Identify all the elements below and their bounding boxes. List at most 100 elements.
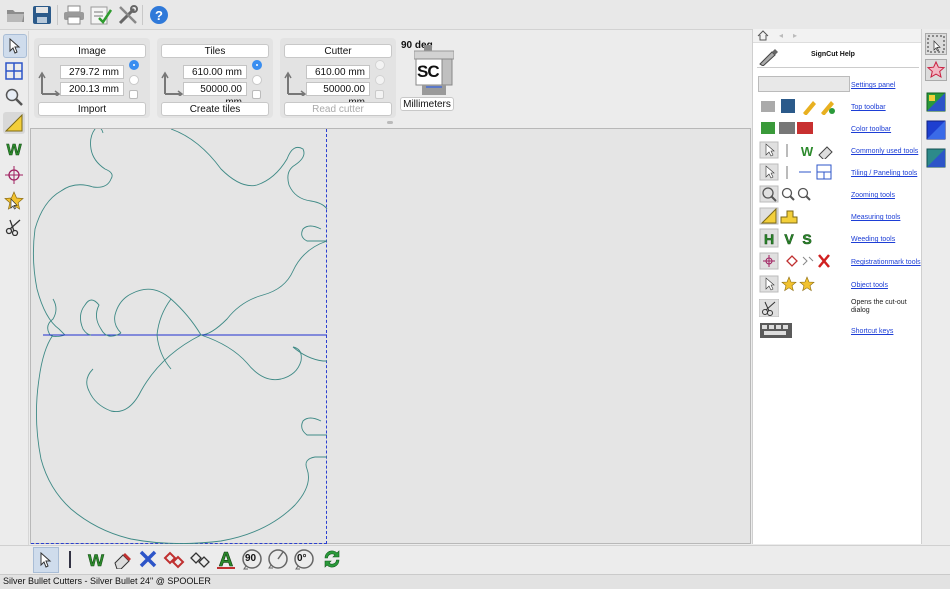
- cutter-radio[interactable]: [375, 60, 385, 70]
- help-item-cut-out[interactable]: Opens the cut-out dialog: [757, 297, 923, 321]
- weeding-icon[interactable]: W: [84, 547, 108, 571]
- cutter-radio-2[interactable]: [375, 75, 385, 85]
- image-radio[interactable]: [129, 60, 139, 70]
- help-link-label[interactable]: Object tools: [851, 282, 888, 289]
- logo-text: SC: [417, 62, 440, 81]
- forward-arrow-icon[interactable]: ▸: [793, 31, 797, 40]
- help-panel: ◂ ▸ SignCut Help Settings panel Top tool…: [752, 29, 923, 544]
- object-star-icon[interactable]: [3, 190, 25, 212]
- svg-text:W: W: [801, 144, 814, 159]
- help-item-weeding-tools[interactable]: HVS Weeding tools: [757, 228, 923, 248]
- image-width-field[interactable]: 279.72 mm: [60, 65, 124, 79]
- help-link-label[interactable]: Measuring tools: [851, 214, 900, 221]
- help-link-label[interactable]: Tiling / Paneling tools: [851, 170, 917, 177]
- save-icon[interactable]: [30, 3, 54, 27]
- help-nav-bar: ◂ ▸: [753, 29, 922, 43]
- help-item-registration-tools[interactable]: Registrationmark tools: [757, 251, 923, 271]
- weeding-icon[interactable]: W: [3, 138, 25, 160]
- star-outline-icon[interactable]: [925, 59, 947, 81]
- help-link-label[interactable]: Settings panel: [851, 82, 895, 89]
- checklist-icon[interactable]: [89, 3, 113, 27]
- help-link-label[interactable]: Shortcut keys: [851, 328, 893, 335]
- measure-icon[interactable]: [3, 112, 25, 134]
- image-radio-2[interactable]: [129, 75, 139, 85]
- help-item-measuring-tools[interactable]: Measuring tools: [757, 206, 923, 226]
- back-arrow-icon[interactable]: ◂: [779, 31, 783, 40]
- help-item-shortcut-keys[interactable]: Shortcut keys: [757, 320, 923, 340]
- rotate-icon[interactable]: [266, 547, 290, 571]
- image-button[interactable]: Image: [38, 44, 146, 58]
- help-link-label[interactable]: Registrationmark tools: [851, 259, 921, 266]
- zoom-icon[interactable]: [3, 86, 25, 108]
- tiles-button[interactable]: Tiles: [161, 44, 269, 58]
- tiling-grid-icon[interactable]: [3, 60, 25, 82]
- scissors-icon[interactable]: [3, 216, 25, 238]
- eraser-icon[interactable]: [110, 547, 134, 571]
- folder-icon[interactable]: [4, 3, 28, 27]
- text-outline-icon[interactable]: A: [214, 547, 238, 571]
- import-button[interactable]: Import: [38, 102, 146, 116]
- canvas[interactable]: [30, 128, 751, 544]
- status-text: Silver Bullet Cutters - Silver Bullet 24…: [3, 576, 211, 586]
- help-link-label[interactable]: Color toolbar: [851, 126, 891, 133]
- help-link-label[interactable]: Zooming tools: [851, 192, 895, 199]
- help-item-color-toolbar[interactable]: Color toolbar: [757, 118, 923, 138]
- create-tiles-button[interactable]: Create tiles: [161, 102, 269, 116]
- cutter-width-field[interactable]: 610.00 mm: [306, 65, 370, 79]
- printer-icon[interactable]: [62, 3, 86, 27]
- toolbar-divider: [142, 5, 143, 25]
- color-layer-teal-icon[interactable]: [925, 147, 947, 169]
- tiles-height-field[interactable]: 50000.00 mm: [183, 82, 247, 108]
- cutter-height-field[interactable]: 50000.00 mm: [306, 82, 370, 108]
- svg-text:W: W: [88, 551, 105, 569]
- dimension-axes-icon: [284, 70, 307, 99]
- registration-mark-icon[interactable]: [3, 164, 25, 186]
- rotate-90-icon[interactable]: 90: [240, 547, 264, 571]
- cutter-lock-checkbox[interactable]: [375, 90, 384, 99]
- tiles-width-field[interactable]: 610.00 mm: [183, 65, 247, 79]
- help-link-label[interactable]: Top toolbar: [851, 104, 886, 111]
- help-item-settings[interactable]: Settings panel: [757, 74, 923, 94]
- toolbar-divider: [57, 5, 58, 25]
- color-layer-green-icon[interactable]: [925, 91, 947, 113]
- read-cutter-button[interactable]: Read cutter: [284, 102, 392, 116]
- delete-x-icon[interactable]: [136, 547, 160, 571]
- help-item-zoom-tools[interactable]: Zooming tools: [757, 184, 923, 204]
- rotate-0-icon[interactable]: 0°: [292, 547, 316, 571]
- select-arrow-icon[interactable]: [33, 547, 59, 573]
- svg-text:V: V: [784, 231, 794, 247]
- svg-text:?: ?: [155, 8, 163, 23]
- node-diamond-outline-icon[interactable]: [188, 547, 212, 571]
- help-item-tiling-tools[interactable]: Tiling / Paneling tools: [757, 162, 923, 182]
- tiles-radio-2[interactable]: [252, 75, 262, 85]
- help-link-label[interactable]: Commonly used tools: [851, 148, 918, 155]
- help-item-top-toolbar[interactable]: Top toolbar: [757, 96, 923, 116]
- help-icon[interactable]: ?: [147, 3, 171, 27]
- help-cut-out-text: Opens the cut-out dialog: [851, 299, 907, 314]
- tiles-radio[interactable]: [252, 60, 262, 70]
- signcut-logo[interactable]: SC: [413, 45, 455, 97]
- tiles-lock-checkbox[interactable]: [252, 90, 261, 99]
- color-layer-blue-icon[interactable]: [925, 119, 947, 141]
- refresh-icon[interactable]: [320, 547, 344, 571]
- image-lock-checkbox[interactable]: [129, 90, 138, 99]
- units-button[interactable]: Millimeters: [400, 97, 454, 111]
- selection-box-icon[interactable]: [925, 33, 947, 55]
- top-toolbar: ?: [0, 0, 950, 30]
- help-item-object-tools[interactable]: Object tools: [757, 274, 923, 294]
- pen-tool-icon: [759, 49, 778, 66]
- home-icon[interactable]: [757, 30, 769, 41]
- dimension-axes-icon: [161, 70, 184, 99]
- cutter-button[interactable]: Cutter: [284, 44, 392, 58]
- left-toolbar: W: [0, 31, 29, 545]
- settings-panel-thumbnail-icon: [758, 76, 850, 92]
- tools-icon[interactable]: [116, 3, 140, 27]
- select-arrow-icon[interactable]: [3, 34, 27, 58]
- help-link-label[interactable]: Weeding tools: [851, 236, 895, 243]
- panel-collapse-handle[interactable]: [387, 121, 393, 124]
- node-diamond-icon[interactable]: [162, 547, 186, 571]
- help-item-common-tools[interactable]: W Commonly used tools: [757, 140, 923, 160]
- color-toolbar-icons: [761, 122, 813, 134]
- image-height-field[interactable]: 200.13 mm: [60, 82, 124, 96]
- design-shape[interactable]: [31, 129, 331, 544]
